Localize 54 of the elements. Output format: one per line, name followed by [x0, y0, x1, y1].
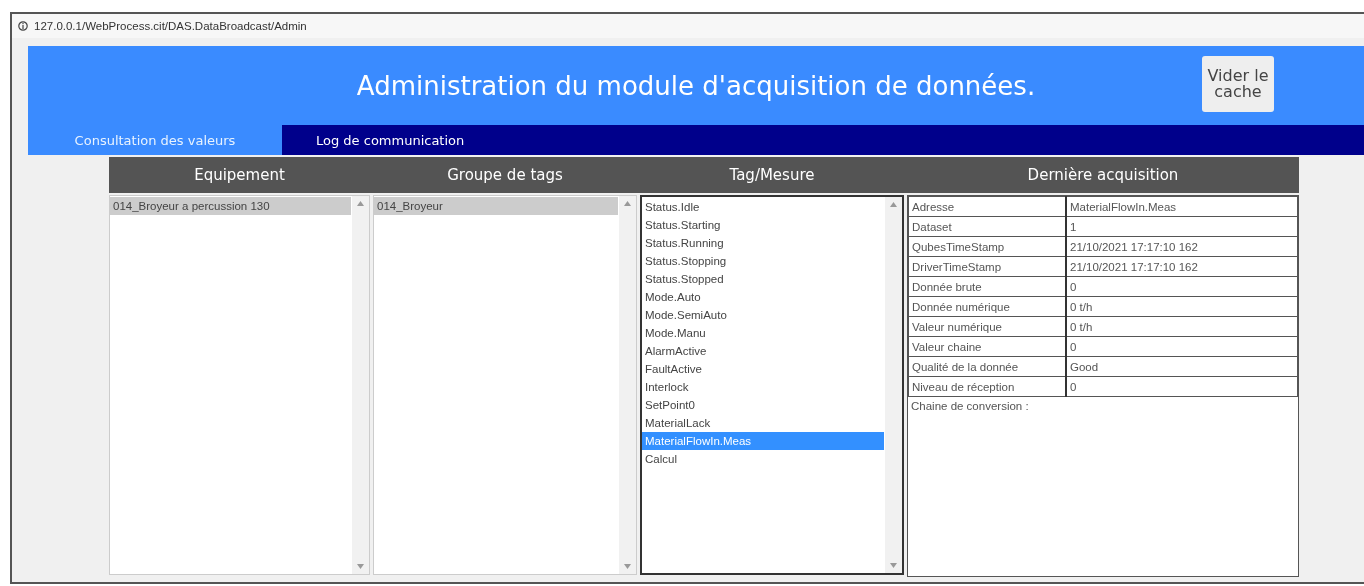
list-box[interactable]: 014_Broyeur — [373, 195, 637, 575]
info-icon[interactable] — [18, 21, 28, 31]
list-item[interactable]: Interlock — [642, 378, 884, 396]
scroll-up-icon[interactable] — [624, 201, 631, 206]
field-value: 0 — [1066, 376, 1298, 397]
field-label: Donnée brute — [908, 276, 1066, 297]
page-title: Administration du module d'acquisition de données. — [356, 70, 1036, 101]
field-value: 0 — [1066, 276, 1298, 297]
field-value: 21/10/2021 17:17:10 162 — [1066, 256, 1298, 277]
field-value: 1 — [1066, 216, 1298, 237]
tab[interactable]: Log de communication — [282, 125, 499, 155]
scroll-up-icon[interactable] — [357, 201, 364, 206]
list-item[interactable]: 014_Broyeur a percussion 130 — [110, 197, 351, 215]
list-item[interactable]: Status.Idle — [642, 198, 884, 216]
field-label: DriverTimeStamp — [908, 256, 1066, 277]
field-label: Valeur numérique — [908, 316, 1066, 337]
field-label: Adresse — [908, 196, 1066, 217]
field-label: Valeur chaine — [908, 336, 1066, 357]
list-item[interactable]: SetPoint0 — [642, 396, 884, 414]
url-text[interactable]: 127.0.0.1/WebProcess.cit/DAS.DataBroadcast/Admin — [34, 20, 307, 32]
field-value: MaterialFlowIn.Meas — [1066, 196, 1298, 217]
field-value: 0 — [1066, 336, 1298, 357]
list-item[interactable]: Mode.SemiAuto — [642, 306, 884, 324]
list-item[interactable]: MaterialLack — [642, 414, 884, 432]
scrollbar[interactable] — [352, 196, 369, 574]
scrollbar[interactable] — [885, 197, 902, 573]
field-label: QubesTimeStamp — [908, 236, 1066, 257]
scroll-down-icon[interactable] — [357, 564, 364, 569]
field-label: Dataset — [908, 216, 1066, 237]
field-value: 21/10/2021 17:17:10 162 — [1066, 236, 1298, 257]
scroll-down-icon[interactable] — [890, 563, 897, 568]
field-label: Niveau de réception — [908, 376, 1066, 397]
scroll-up-icon[interactable] — [890, 202, 897, 207]
list-item[interactable]: Status.Running — [642, 234, 884, 252]
list-item[interactable]: FaultActive — [642, 360, 884, 378]
field-label: Qualité de la donnée — [908, 356, 1066, 377]
list-item[interactable]: Status.Stopped — [642, 270, 884, 288]
field-value: Good — [1066, 356, 1298, 377]
list-item[interactable]: AlarmActive — [642, 342, 884, 360]
list-box[interactable]: Status.Idle Status.Starting Status.Running Status.Stopping Status.Stopped Mode.Auto Mode.SemiAuto Mode.Manu AlarmActive FaultActive Interlock SetPoint0 MaterialLack MaterialFlowIn.Meas Calcul — [640, 195, 904, 575]
list-box[interactable]: 014_Broyeur a percussion 130 — [109, 195, 370, 575]
list-item[interactable]: 014_Broyeur — [374, 197, 618, 215]
list-item[interactable]: Status.Stopping — [642, 252, 884, 270]
list-item[interactable]: Mode.Auto — [642, 288, 884, 306]
scrollbar[interactable] — [619, 196, 636, 574]
field-value: 0 t/h — [1066, 316, 1298, 337]
list-item[interactable]: Mode.Manu — [642, 324, 884, 342]
clear-cache-button[interactable]: Vider le cache — [1202, 56, 1274, 112]
list-item[interactable]: Calcul — [642, 450, 884, 468]
field-value: 0 t/h — [1066, 296, 1298, 317]
field-label: Donnée numérique — [908, 296, 1066, 317]
list-item[interactable]: Status.Starting — [642, 216, 884, 234]
scroll-down-icon[interactable] — [624, 564, 631, 569]
conversion-label: Chaine de conversion : — [910, 399, 1030, 414]
